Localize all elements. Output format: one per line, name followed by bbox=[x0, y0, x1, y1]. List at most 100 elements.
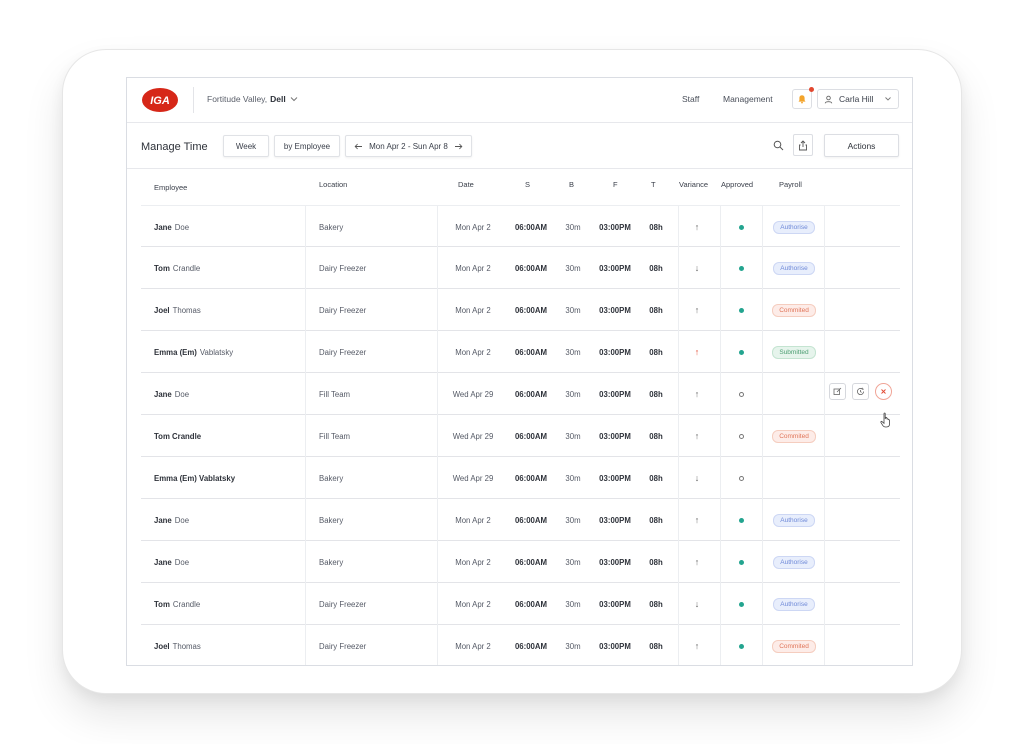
payroll-status-badge: Submitted bbox=[772, 345, 816, 359]
total-hours-cell: 08h bbox=[649, 641, 663, 651]
col-break[interactable]: B bbox=[569, 180, 574, 189]
table-row[interactable]: Emma (Em) Vablatsky Bakery Wed Apr 29 06:00… bbox=[141, 457, 900, 499]
store-name: Dell bbox=[270, 94, 286, 104]
column-divider bbox=[678, 415, 679, 457]
employee-first-name: Jane bbox=[154, 557, 172, 567]
column-divider bbox=[824, 499, 825, 541]
notifications-button[interactable] bbox=[792, 87, 814, 109]
col-start[interactable]: S bbox=[525, 180, 530, 189]
col-total[interactable]: T bbox=[651, 180, 656, 189]
employee-name[interactable]: Tom Crandle bbox=[154, 247, 200, 289]
employee-name[interactable]: Emma (Em) Vablatsky bbox=[154, 457, 238, 499]
col-payroll[interactable]: Payroll bbox=[779, 180, 802, 189]
payroll-status-badge[interactable]: Authorise bbox=[773, 513, 815, 527]
arrow-right-icon[interactable] bbox=[454, 143, 463, 150]
employee-first-name: Tom bbox=[154, 263, 170, 273]
table-row[interactable]: Jane Doe Fill Team Wed Apr 29 06:00AM 30m 03:0… bbox=[141, 373, 900, 415]
pending-ring-icon bbox=[738, 391, 744, 397]
arrow-left-icon[interactable] bbox=[354, 143, 363, 150]
edit-button[interactable] bbox=[829, 383, 846, 400]
col-date[interactable]: Date bbox=[458, 180, 474, 189]
payroll-cell: Commited bbox=[765, 415, 823, 457]
employee-last-name: Doe bbox=[174, 557, 190, 567]
employee-name[interactable]: Tom Crandle bbox=[154, 415, 204, 457]
location-cell: Fill Team bbox=[319, 431, 351, 441]
break-cell: 30m bbox=[565, 599, 581, 609]
variance-arrow-icon: ↑ bbox=[694, 557, 700, 567]
col-finish[interactable]: F bbox=[613, 180, 618, 189]
approved-cell bbox=[720, 206, 762, 248]
column-divider bbox=[678, 289, 679, 331]
variance-arrow-icon: ↑ bbox=[694, 431, 700, 441]
column-divider bbox=[678, 206, 679, 248]
break-cell: 30m bbox=[565, 347, 581, 357]
delete-button[interactable] bbox=[875, 383, 892, 400]
start-time-cell: 06:00AM bbox=[514, 599, 548, 609]
finish-time-cell: 03:00PM bbox=[599, 347, 631, 357]
column-divider bbox=[762, 499, 763, 541]
column-divider bbox=[678, 625, 679, 665]
date-range-navigator[interactable]: Mon Apr 2 - Sun Apr 8 bbox=[345, 135, 472, 157]
app-screen: IGA Fortitude Valley, Dell Staff Managem… bbox=[126, 77, 913, 666]
table-row[interactable]: Tom Crandle Dairy Freezer Mon Apr 2 06:00AM 3… bbox=[141, 247, 900, 289]
approved-dot-icon bbox=[738, 643, 744, 649]
actions-button[interactable]: Actions bbox=[824, 134, 899, 157]
table-row[interactable]: Emma (Em) Vablatsky Dairy Freezer Mon Apr 2… bbox=[141, 331, 900, 373]
column-divider bbox=[762, 206, 763, 248]
employee-name[interactable]: Emma (Em) Vablatsky bbox=[154, 331, 233, 373]
table-row[interactable]: Jane Doe Bakery Mon Apr 2 06:00AM 30m 03:00PM 0… bbox=[141, 205, 900, 248]
history-button[interactable] bbox=[852, 383, 869, 400]
week-view-button[interactable]: Week bbox=[223, 135, 269, 157]
table-row[interactable]: Jane Doe Bakery Mon Apr 2 06:00AM 30m 03:00PM 0… bbox=[141, 499, 900, 541]
payroll-status-badge[interactable]: Authorise bbox=[773, 261, 815, 275]
search-icon[interactable] bbox=[773, 140, 784, 151]
column-divider bbox=[678, 583, 679, 625]
store-selector[interactable]: Fortitude Valley, Dell bbox=[207, 94, 299, 104]
column-divider bbox=[762, 583, 763, 625]
payroll-cell: Commited bbox=[765, 289, 823, 331]
location-cell: Dairy Freezer bbox=[319, 305, 367, 315]
column-divider bbox=[305, 206, 306, 248]
employee-name[interactable]: Joel Thomas bbox=[154, 625, 201, 665]
employee-name[interactable]: Jane Doe bbox=[154, 373, 189, 415]
table-row[interactable]: Tom Crandle Fill Team Wed Apr 29 06:00AM 30m… bbox=[141, 415, 900, 457]
payroll-status-badge[interactable]: Authorise bbox=[773, 555, 815, 569]
column-divider bbox=[678, 331, 679, 373]
variance-arrow-icon: ↑ bbox=[694, 515, 700, 525]
column-divider bbox=[678, 373, 679, 415]
user-menu[interactable]: Carla Hill bbox=[817, 89, 899, 109]
approved-dot-icon bbox=[738, 517, 744, 523]
store-area: Fortitude Valley, bbox=[207, 94, 268, 104]
employee-first-name: Tom bbox=[154, 599, 170, 609]
col-location[interactable]: Location bbox=[319, 180, 347, 189]
break-cell: 30m bbox=[565, 263, 581, 273]
employee-name[interactable]: Tom Crandle bbox=[154, 583, 200, 625]
employee-name[interactable]: Jane Doe bbox=[154, 499, 189, 541]
employee-name[interactable]: Jane Doe bbox=[154, 541, 189, 583]
col-approved[interactable]: Approved bbox=[721, 180, 753, 189]
employee-name[interactable]: Jane Doe bbox=[154, 206, 189, 248]
break-cell: 30m bbox=[565, 305, 581, 315]
export-button[interactable] bbox=[793, 134, 813, 156]
employee-last-name: Crandle bbox=[172, 263, 201, 273]
column-divider bbox=[305, 373, 306, 415]
table-row[interactable]: Jane Doe Bakery Mon Apr 2 06:00AM 30m 03:00PM 0… bbox=[141, 541, 900, 583]
col-variance[interactable]: Variance bbox=[679, 180, 708, 189]
nav-staff[interactable]: Staff bbox=[682, 94, 699, 104]
payroll-status-badge[interactable]: Authorise bbox=[773, 220, 815, 234]
group-by-button[interactable]: by Employee bbox=[274, 135, 340, 157]
nav-management[interactable]: Management bbox=[723, 94, 773, 104]
table-row[interactable]: Joel Thomas Dairy Freezer Mon Apr 2 06:00AM 3… bbox=[141, 289, 900, 331]
total-hours-cell: 08h bbox=[649, 305, 663, 315]
approved-cell bbox=[720, 457, 762, 499]
date-cell: Wed Apr 29 bbox=[452, 431, 494, 441]
payroll-status-badge[interactable]: Authorise bbox=[773, 597, 815, 611]
date-cell: Wed Apr 29 bbox=[452, 389, 494, 399]
column-divider bbox=[824, 583, 825, 625]
employee-name[interactable]: Joel Thomas bbox=[154, 289, 201, 331]
start-time-cell: 06:00AM bbox=[514, 263, 548, 273]
col-employee[interactable]: Employee bbox=[154, 183, 187, 192]
table-row[interactable]: Joel Thomas Dairy Freezer Mon Apr 2 06:00AM 3… bbox=[141, 625, 900, 665]
break-cell: 30m bbox=[565, 431, 581, 441]
table-row[interactable]: Tom Crandle Dairy Freezer Mon Apr 2 06:00AM 3… bbox=[141, 583, 900, 625]
